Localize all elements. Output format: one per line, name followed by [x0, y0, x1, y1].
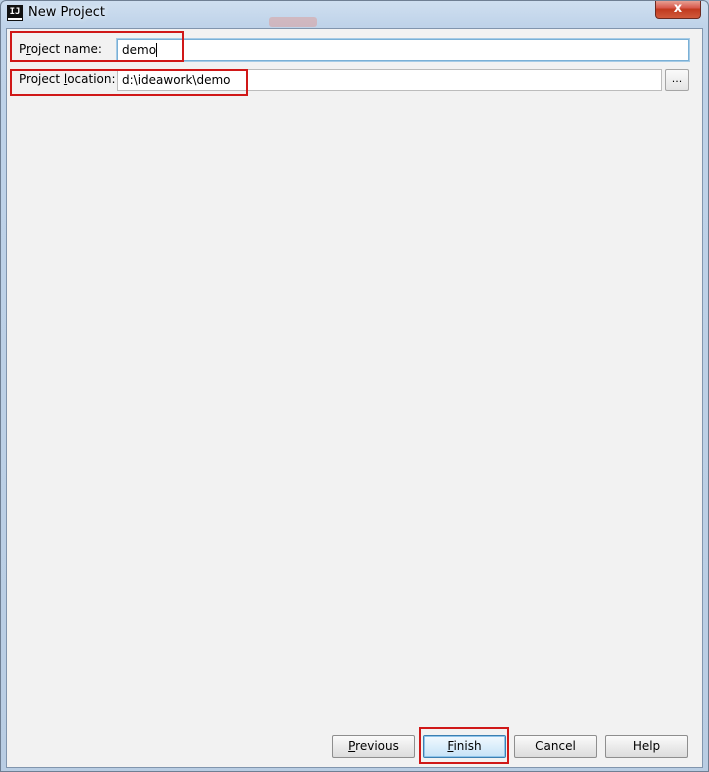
help-button[interactable]: Help	[605, 735, 688, 758]
project-name-input[interactable]: demo	[117, 39, 689, 61]
project-name-label: Project name:	[19, 42, 102, 56]
close-button[interactable]: x	[655, 1, 701, 19]
browse-location-button[interactable]: ...	[665, 69, 689, 91]
ellipsis-icon: ...	[671, 72, 683, 85]
project-name-row: Project name: demo	[7, 38, 702, 62]
dialog-content: Project name: demo Project location: d:\…	[6, 28, 703, 768]
project-location-input[interactable]: d:\ideawork\demo	[117, 69, 662, 91]
text-caret	[156, 43, 158, 57]
title-bar[interactable]: IJ New Project x	[1, 1, 708, 28]
finish-button[interactable]: Finish	[423, 735, 506, 758]
intellij-idea-icon: IJ	[8, 6, 22, 20]
project-location-label: Project location:	[19, 72, 116, 86]
project-location-row: Project location: d:\ideawork\demo ...	[7, 68, 702, 92]
project-name-value: demo	[122, 43, 157, 57]
close-icon: x	[673, 1, 683, 16]
window-title: New Project	[28, 5, 105, 20]
previous-button[interactable]: Previous	[332, 735, 415, 758]
cancel-button[interactable]: Cancel	[514, 735, 597, 758]
new-project-dialog: IJ New Project x Project name: demo Proj…	[0, 0, 709, 772]
